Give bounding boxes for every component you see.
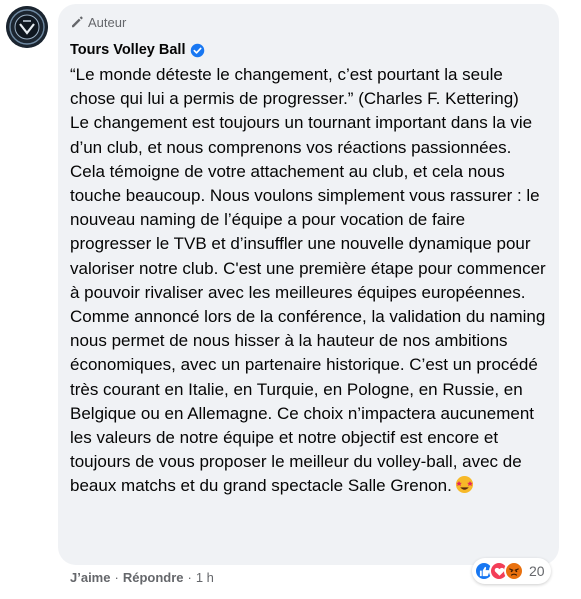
verified-badge-icon — [190, 43, 205, 58]
reply-button[interactable]: Répondre — [123, 570, 184, 585]
comment-bubble: Auteur Tours Volley Ball “Le monde détes… — [58, 4, 559, 565]
pencil-icon — [72, 16, 83, 28]
reaction-count: 20 — [529, 563, 545, 579]
comment-text: “Le monde déteste le changement, c’est p… — [70, 63, 547, 502]
avatar[interactable] — [6, 6, 48, 48]
reactions-summary[interactable]: 20 — [472, 558, 551, 584]
separator: · — [114, 570, 119, 585]
author-row: Tours Volley Ball — [70, 38, 547, 62]
angry-icon — [504, 561, 524, 581]
tours-volley-ball-logo-icon — [6, 6, 48, 48]
star-struck-emoji-icon — [455, 475, 474, 501]
comment-timestamp[interactable]: 1 h — [196, 570, 214, 585]
comment-body-text: Le changement est toujours un tournant i… — [70, 113, 546, 496]
separator: · — [187, 570, 192, 585]
author-name[interactable]: Tours Volley Ball — [70, 42, 186, 58]
comment-actions: J’aime · Répondre · 1 h — [70, 570, 214, 585]
author-badge-label: Auteur — [88, 14, 127, 30]
comment-body: Le changement est toujours un tournant i… — [70, 111, 547, 501]
like-button[interactable]: J’aime — [70, 570, 110, 585]
author-badge: Auteur — [70, 12, 547, 32]
comment-quote: “Le monde déteste le changement, c’est p… — [70, 65, 519, 109]
